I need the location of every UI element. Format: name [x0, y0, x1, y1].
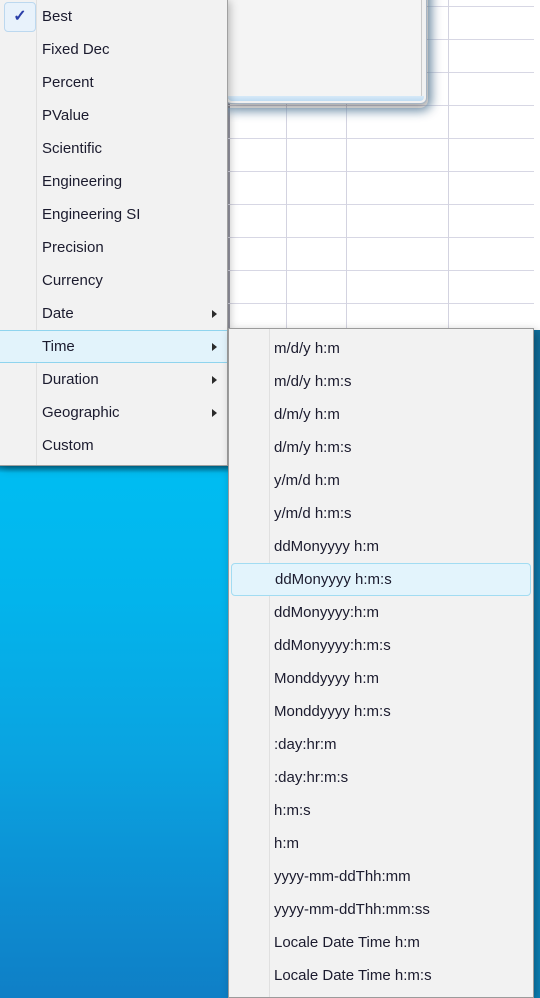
submenu-item[interactable]: yyyy-mm-ddThh:mm — [229, 860, 533, 893]
submenu-item[interactable]: ddMonyyyy h:m:s — [231, 563, 531, 596]
menu-item-date[interactable]: Date — [0, 297, 227, 330]
menu-item-label: PValue — [42, 107, 90, 124]
menu-item-label: Geographic — [42, 404, 120, 421]
submenu-item-label: Locale Date Time h:m — [274, 934, 420, 951]
submenu-item[interactable]: Locale Date Time h:m — [229, 926, 533, 959]
desktop-wallpaper — [0, 466, 228, 998]
submenu-item-label: Monddyyyy h:m — [274, 670, 380, 687]
menu-item-scientific[interactable]: Scientific — [0, 132, 227, 165]
menu-item-precision[interactable]: Precision — [0, 231, 227, 264]
submenu-item-label: Locale Date Time h:m:s — [274, 967, 432, 984]
grid-row-line — [228, 105, 540, 106]
menu-item-label: Precision — [42, 239, 104, 256]
menu-item-pvalue[interactable]: PValue — [0, 99, 227, 132]
submenu-item[interactable]: Monddyyyy h:m:s — [229, 695, 533, 728]
menu-item-label: Time — [42, 338, 75, 355]
number-format-menu[interactable]: ✓ Best Fixed Dec Percent PValue Scientific Eng… — [0, 0, 228, 466]
submenu-item[interactable]: d/m/y h:m:s — [229, 431, 533, 464]
submenu-item[interactable]: :day:hr:m:s — [229, 761, 533, 794]
time-format-submenu[interactable]: m/d/y h:m m/d/y h:m:s d/m/y h:m d/m/y h:m:s… — [228, 328, 534, 998]
submenu-item[interactable]: h:m — [229, 827, 533, 860]
chevron-right-icon — [212, 309, 217, 318]
submenu-item-label: :day:hr:m:s — [274, 769, 349, 786]
submenu-item-label: yyyy-mm-ddThh:mm:ss — [274, 901, 430, 918]
desktop-right-strip — [534, 330, 540, 998]
dialog-inner-panel — [226, 0, 422, 99]
menu-item-label: Scientific — [42, 140, 103, 157]
grid-row-line — [228, 237, 540, 238]
chevron-right-icon — [212, 342, 217, 351]
menu-item-duration[interactable]: Duration — [0, 363, 227, 396]
submenu-item[interactable]: m/d/y h:m — [229, 332, 533, 365]
submenu-item-label: ddMonyyyy:h:m:s — [274, 637, 391, 654]
menu-item-label: Currency — [42, 272, 103, 289]
submenu-item-label: d/m/y h:m — [274, 406, 340, 423]
submenu-item-label: :day:hr:m — [274, 736, 337, 753]
submenu-item-label: m/d/y h:m:s — [274, 373, 352, 390]
grid-row-line — [228, 138, 540, 139]
submenu-item-label: h:m — [274, 835, 300, 852]
grid-row-line — [228, 270, 540, 271]
submenu-item-label: ddMonyyyy h:m:s — [275, 571, 392, 588]
right-edge-white — [534, 0, 540, 330]
menu-item-custom[interactable]: Custom — [0, 429, 227, 462]
menu-item-geographic[interactable]: Geographic — [0, 396, 227, 429]
submenu-item[interactable]: Locale Date Time h:m:s — [229, 959, 533, 992]
chevron-right-icon — [212, 375, 217, 384]
dialog-bottom-accent — [228, 96, 424, 101]
submenu-item-label: y/m/d h:m — [274, 472, 340, 489]
submenu-item[interactable]: ddMonyyyy:h:m — [229, 596, 533, 629]
submenu-item[interactable]: y/m/d h:m:s — [229, 497, 533, 530]
submenu-item[interactable]: ddMonyyyy h:m — [229, 530, 533, 563]
submenu-item-label: m/d/y h:m — [274, 340, 340, 357]
wallpaper-top-shadow — [0, 466, 228, 473]
menu-item-label: Engineering SI — [42, 206, 141, 223]
menu-item-label: Date — [42, 305, 74, 322]
submenu-item[interactable]: d/m/y h:m — [229, 398, 533, 431]
menu-item-label: Percent — [42, 74, 94, 91]
submenu-item-label: d/m/y h:m:s — [274, 439, 352, 456]
submenu-item[interactable]: Monddyyyy h:m — [229, 662, 533, 695]
submenu-item-label: yyyy-mm-ddThh:mm — [274, 868, 411, 885]
menu-item-label: Best — [42, 8, 73, 25]
submenu-item-label: ddMonyyyy:h:m — [274, 604, 380, 621]
submenu-item[interactable]: yyyy-mm-ddThh:mm:ss — [229, 893, 533, 926]
submenu-item-label: Monddyyyy h:m:s — [274, 703, 391, 720]
submenu-item[interactable]: :day:hr:m — [229, 728, 533, 761]
menu-item-percent[interactable]: Percent — [0, 66, 227, 99]
menu-item-fixed-dec[interactable]: Fixed Dec — [0, 33, 227, 66]
submenu-item[interactable]: h:m:s — [229, 794, 533, 827]
submenu-item-label: ddMonyyyy h:m — [274, 538, 380, 555]
chevron-right-icon — [212, 408, 217, 417]
menu-item-label: Engineering — [42, 173, 123, 190]
submenu-item[interactable]: y/m/d h:m — [229, 464, 533, 497]
menu-item-list: ✓ Best Fixed Dec Percent PValue Scientific Eng… — [0, 0, 227, 462]
grid-row-line — [228, 171, 540, 172]
submenu-item-label: h:m:s — [274, 802, 311, 819]
check-icon: ✓ — [4, 2, 36, 32]
menu-item-label: Fixed Dec — [42, 41, 110, 58]
background-dialog[interactable] — [225, 0, 427, 104]
menu-item-label: Custom — [42, 437, 94, 454]
submenu-item[interactable]: ddMonyyyy:h:m:s — [229, 629, 533, 662]
menu-item-time[interactable]: Time — [0, 330, 227, 363]
menu-item-label: Duration — [42, 371, 99, 388]
menu-item-engineering-si[interactable]: Engineering SI — [0, 198, 227, 231]
grid-row-line — [228, 204, 540, 205]
menu-item-best[interactable]: ✓ Best — [0, 0, 227, 33]
submenu-item-list: m/d/y h:m m/d/y h:m:s d/m/y h:m d/m/y h:m:s… — [229, 329, 533, 992]
grid-row-line — [228, 303, 540, 304]
menu-item-currency[interactable]: Currency — [0, 264, 227, 297]
screen: ✓ Best Fixed Dec Percent PValue Scientific Eng… — [0, 0, 540, 998]
submenu-item[interactable]: m/d/y h:m:s — [229, 365, 533, 398]
check-glyph: ✓ — [13, 8, 27, 25]
menu-item-engineering[interactable]: Engineering — [0, 165, 227, 198]
submenu-item-label: y/m/d h:m:s — [274, 505, 352, 522]
